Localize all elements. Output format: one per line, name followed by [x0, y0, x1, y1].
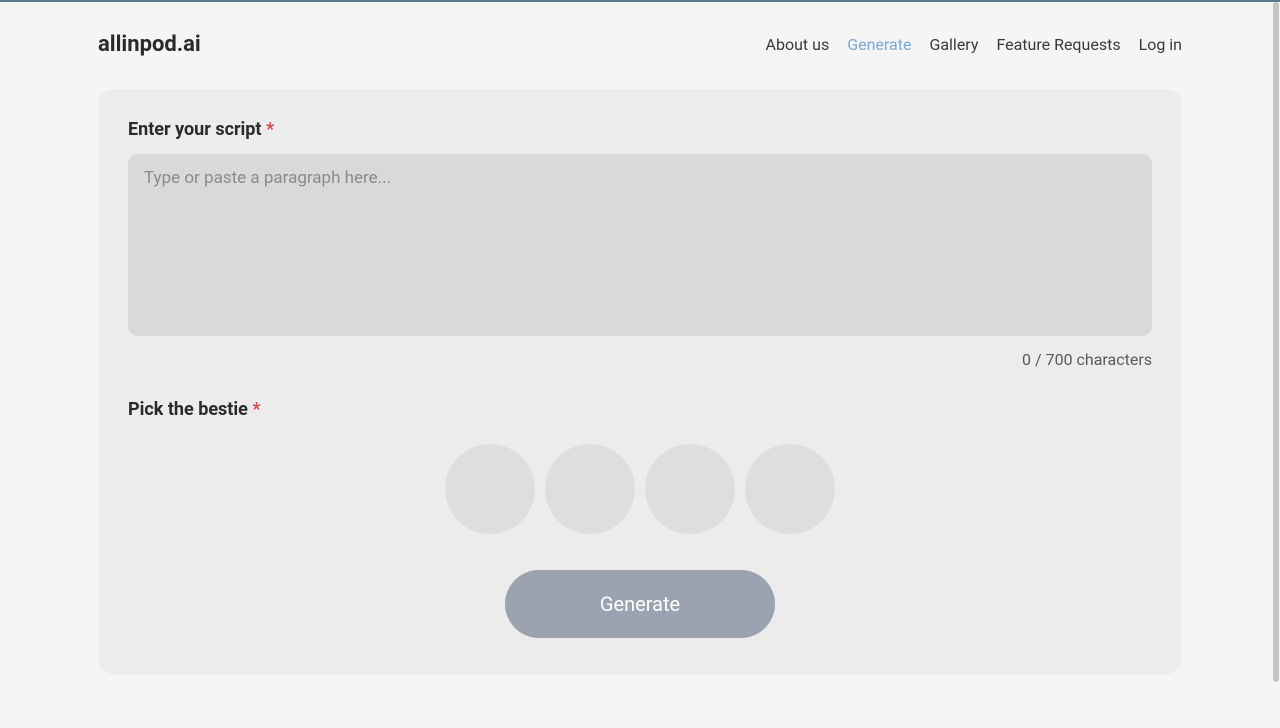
- generate-card: Enter your script * 0 / 700 characters P…: [98, 89, 1182, 674]
- nav-feature-requests[interactable]: Feature Requests: [996, 35, 1120, 54]
- nav-generate[interactable]: Generate: [847, 35, 911, 54]
- avatar-row: [128, 444, 1152, 534]
- scrollbar-thumb[interactable]: [1273, 2, 1279, 682]
- header: allinpod.ai About us Generate Gallery Fe…: [98, 2, 1182, 77]
- script-label: Enter your script: [128, 119, 262, 140]
- nav-login[interactable]: Log in: [1139, 35, 1182, 54]
- logo[interactable]: allinpod.ai: [98, 32, 201, 57]
- required-mark: *: [266, 119, 274, 140]
- bestie-section: Pick the bestie *: [128, 399, 1152, 534]
- scrollbar[interactable]: [1273, 2, 1279, 728]
- bestie-label-row: Pick the bestie *: [128, 399, 1152, 420]
- bestie-avatar-2[interactable]: [545, 444, 635, 534]
- bestie-avatar-3[interactable]: [645, 444, 735, 534]
- nav: About us Generate Gallery Feature Reques…: [766, 35, 1182, 54]
- bestie-avatar-1[interactable]: [445, 444, 535, 534]
- script-input[interactable]: [128, 154, 1152, 336]
- bestie-label: Pick the bestie: [128, 399, 248, 420]
- bestie-avatar-4[interactable]: [745, 444, 835, 534]
- script-label-row: Enter your script *: [128, 119, 1152, 140]
- generate-button[interactable]: Generate: [505, 570, 775, 638]
- required-mark: *: [252, 399, 260, 420]
- nav-about-us[interactable]: About us: [766, 35, 830, 54]
- nav-gallery[interactable]: Gallery: [929, 35, 978, 54]
- char-counter: 0 / 700 characters: [128, 350, 1152, 369]
